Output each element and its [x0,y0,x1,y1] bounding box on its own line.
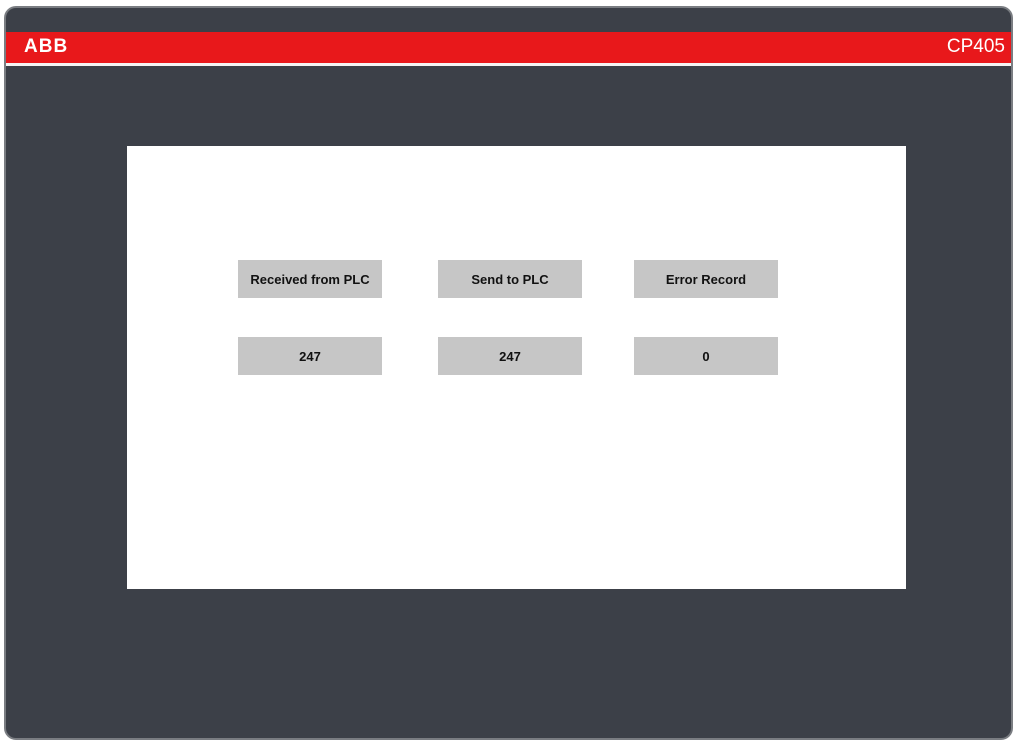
error-record-button[interactable]: Error Record [634,260,778,298]
received-from-plc-label: Received from PLC [250,271,370,287]
error-count-display: 0 [634,337,778,375]
abb-logo: ABB [24,36,68,58]
received-from-plc-button[interactable]: Received from PLC [238,260,382,298]
brand-logo-text: ABB [24,36,69,57]
send-to-plc-button[interactable]: Send to PLC [438,260,582,298]
sent-count-value: 247 [499,348,521,364]
send-to-plc-label: Send to PLC [471,271,549,287]
brand-bar: ABB CP405 [6,32,1011,66]
hmi-screen: Received from PLC Send to PLC Error Reco… [127,146,906,589]
received-count-value: 247 [299,348,321,364]
model-label: CP405 [946,36,1005,57]
error-record-label: Error Record [665,271,747,287]
sent-count-display: 247 [438,337,582,375]
error-count-value: 0 [702,348,710,364]
received-count-display: 247 [238,337,382,375]
hmi-device-bezel: ABB CP405 Received from PLC Send to PLC … [4,6,1013,740]
